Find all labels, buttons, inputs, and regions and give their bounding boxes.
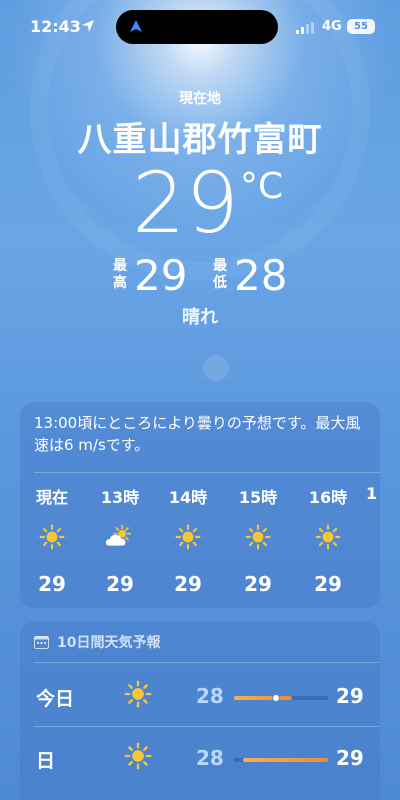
- network-type: 4G: [322, 19, 342, 34]
- low-temperature: 28: [234, 251, 288, 300]
- hourly-item: 14時 29: [158, 484, 218, 596]
- temperature-range-fill: [243, 758, 328, 762]
- battery-icon: 55: [347, 19, 375, 34]
- hour-label: 14時: [168, 488, 208, 507]
- sun-icon: [228, 524, 288, 550]
- sun-icon: [158, 524, 218, 550]
- day-high: 29: [336, 684, 364, 708]
- daily-row[interactable]: 日 28 29: [20, 728, 380, 788]
- navigation-arrow-icon: [130, 20, 142, 32]
- hourly-item: 現在 29: [22, 484, 82, 596]
- sun-reflection: [203, 355, 229, 381]
- sun-icon: [298, 524, 358, 550]
- sun-icon: [124, 680, 152, 708]
- temperature-range-bar: [234, 758, 328, 762]
- hourly-item: 15時 29: [228, 484, 288, 596]
- daily-forecast-title: 10日間天気予報: [57, 635, 161, 651]
- temperature-range-fill: [234, 696, 293, 700]
- day-low: 28: [196, 684, 224, 708]
- day-name: 日: [36, 750, 56, 772]
- divider: [34, 662, 380, 663]
- daily-forecast-card[interactable]: 10日間天気予報 今日 28 29 日 28 29: [20, 622, 380, 800]
- divider: [34, 726, 380, 727]
- calendar-icon: [34, 635, 49, 649]
- daily-row[interactable]: 今日 28 29: [20, 666, 380, 726]
- hour-temperature: 29: [244, 572, 272, 596]
- hour-label: 15時: [238, 488, 278, 507]
- low-label: 最低: [213, 258, 227, 291]
- day-low: 28: [196, 746, 224, 770]
- day-name: 今日: [36, 688, 75, 710]
- hour-label: 16時: [308, 488, 348, 507]
- hourly-item-partial: 1: [366, 484, 378, 503]
- weather-condition: 晴れ: [182, 307, 218, 328]
- current-temperature: 29: [132, 154, 239, 252]
- sun-icon: [22, 524, 82, 550]
- high-low: 最高 29 最低 28: [0, 252, 400, 300]
- location-arrow-icon: [82, 20, 94, 32]
- temperature-range-bar: [234, 694, 328, 702]
- hourly-item: 16時 29: [298, 484, 358, 596]
- hour-label: 13時: [100, 488, 140, 507]
- forecast-summary: 13:00頃にところにより曇りの予想です。最大風速は6 m/sです。: [34, 414, 361, 454]
- partly-cloudy-icon: [90, 524, 150, 550]
- day-high: 29: [336, 746, 364, 770]
- location-subtitle: 現在地: [179, 91, 221, 107]
- hour-temperature: 29: [38, 572, 66, 596]
- hour-temperature: 29: [314, 572, 342, 596]
- divider: [34, 472, 380, 473]
- daily-forecast-header: 10日間天気予報: [34, 632, 160, 652]
- hour-label: 現在: [35, 488, 68, 507]
- temperature-unit: °C: [240, 166, 284, 207]
- status-time: 12:43: [30, 17, 81, 36]
- current-temp-dot: [272, 694, 281, 702]
- cellular-signal-icon: [296, 22, 314, 34]
- weather-header: 現在地 八重山郡竹富町: [0, 88, 400, 161]
- hourly-item: 13時 29: [90, 484, 150, 596]
- status-bar: 12:43 4G 55: [0, 0, 400, 54]
- hourly-forecast-card[interactable]: 13:00頃にところにより曇りの予想です。最大風速は6 m/sです。 現在 29 1…: [20, 402, 380, 608]
- high-label: 最高: [113, 258, 127, 291]
- hour-temperature: 29: [106, 572, 134, 596]
- sun-icon: [124, 742, 152, 770]
- high-temperature: 29: [134, 251, 188, 300]
- hour-temperature: 29: [174, 572, 202, 596]
